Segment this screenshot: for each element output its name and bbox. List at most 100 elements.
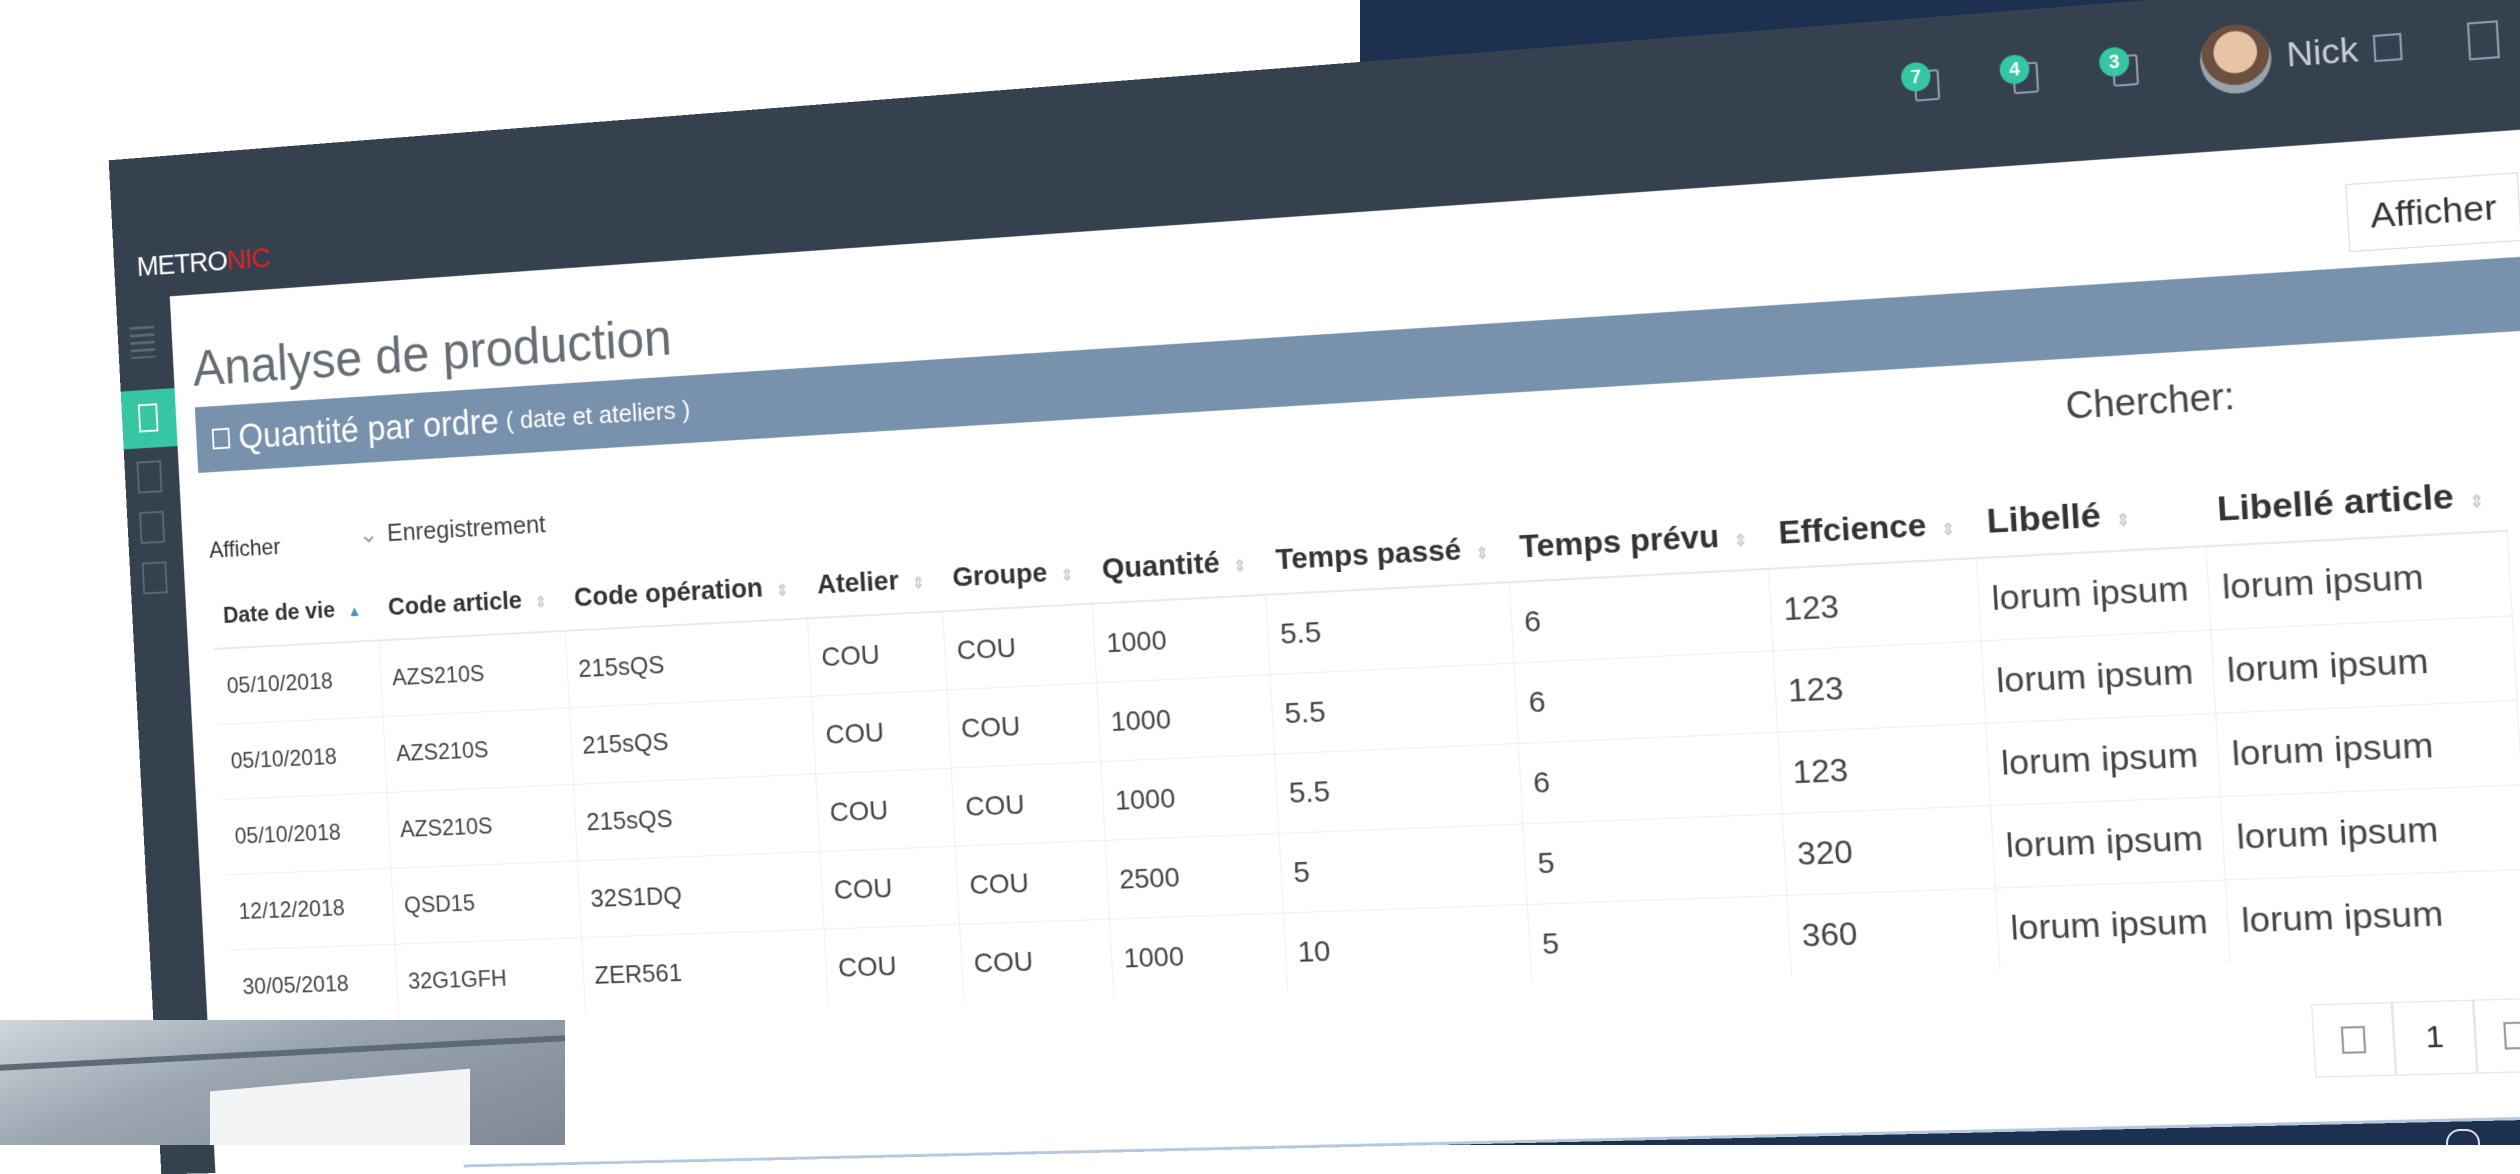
table-cell: 1000 <box>1109 913 1288 998</box>
table-cell: COU <box>955 840 1110 925</box>
table-cell: lorum ipsum <box>2206 530 2513 631</box>
portlet-title-text: Quantité par ordre <box>237 401 500 457</box>
chevron-down-icon: ⌄ <box>358 518 379 549</box>
table-cell: lorum ipsum <box>1990 796 2226 889</box>
table-cell: 123 <box>1772 640 1986 733</box>
logo[interactable]: METRONIC <box>136 242 270 283</box>
column-header-effcience[interactable]: Effcience ⇕ <box>1763 477 1977 569</box>
sort-icon: ⇕ <box>1940 521 1956 540</box>
column-header-code-operation[interactable]: Code opération ⇕ <box>560 542 808 631</box>
column-label: Quantité <box>1100 546 1221 585</box>
portlet-subtitle: ( date et ateliers ) <box>504 394 691 435</box>
column-label: Temps prévu <box>1518 517 1720 565</box>
table-cell: 5.5 <box>1270 663 1519 755</box>
column-label: Atelier <box>816 564 900 599</box>
main-content: Analyse de production Afficher Quantité … <box>169 127 2520 1174</box>
table-cell: lorum ipsum <box>2211 615 2518 714</box>
previous-page-button[interactable] <box>2311 1002 2397 1078</box>
logo-text: METRO <box>136 245 228 283</box>
column-header-atelier[interactable]: Atelier ⇕ <box>803 535 943 619</box>
production-table: Date de vie ▲ Code article ⇕ Code opératio… <box>210 448 2520 1025</box>
column-label: Code opération <box>573 571 764 612</box>
top-bar-icons: 7 4 3 Nick <box>1900 4 2501 118</box>
table-cell: lorum ipsum <box>1994 879 2231 970</box>
photo-beam <box>0 1035 565 1071</box>
table-cell: AZS210S <box>379 630 569 717</box>
table-cell: 6 <box>1518 732 1783 824</box>
table-cell: lorum ipsum <box>2220 784 2520 880</box>
table-icon <box>211 427 231 450</box>
column-header-quantite[interactable]: Quantité ⇕ <box>1088 517 1266 604</box>
avatar <box>2198 21 2274 96</box>
table-cell: 6 <box>1513 650 1778 744</box>
sort-icon: ⇕ <box>911 574 926 592</box>
table-cell: COU <box>807 611 948 697</box>
table-cell: 1000 <box>1096 674 1275 762</box>
sidebar-item-2[interactable] <box>136 460 163 494</box>
notification-bell[interactable]: 7 <box>1900 61 1941 105</box>
table-cell: lorum ipsum <box>1980 630 2216 724</box>
column-header-date[interactable]: Date de vie ▲ <box>210 566 380 649</box>
table-cell: 30/05/2018 <box>230 944 400 1025</box>
sidebar-item-active[interactable] <box>120 388 178 450</box>
column-label: Libellé article <box>2215 476 2455 529</box>
sort-asc-icon: ▲ <box>347 602 362 620</box>
table-cell: 215sQS <box>568 696 816 785</box>
table-cell: COU <box>820 846 960 930</box>
background-photo <box>0 1020 565 1145</box>
logout-icon[interactable] <box>2466 20 2500 61</box>
table-cell: 05/10/2018 <box>218 716 388 800</box>
table-cell: 05/10/2018 <box>214 640 384 725</box>
chevron-down-icon <box>2372 32 2403 63</box>
user-menu[interactable]: Nick <box>2198 12 2404 96</box>
column-label: Temps passé <box>1274 532 1463 576</box>
photo-screen <box>210 1068 470 1145</box>
table-cell: 5 <box>1278 823 1528 914</box>
table-cell: COU <box>942 603 1097 690</box>
column-header-libelle[interactable]: Libellé ⇕ <box>1971 465 2207 559</box>
sort-icon: ⇕ <box>1733 532 1748 551</box>
table-cell: lorum ipsum <box>1985 713 2221 806</box>
table-cell: AZS210S <box>383 707 574 793</box>
column-label: Effcience <box>1777 506 1928 551</box>
table-cell: 5.5 <box>1274 743 1523 834</box>
page-number-button[interactable]: 1 <box>2391 999 2478 1076</box>
table-cell: COU <box>811 689 952 774</box>
pagination: 1 <box>2311 997 2520 1078</box>
table-cell: 5 <box>1527 895 1792 985</box>
column-header-code-article[interactable]: Code article ⇕ <box>375 556 565 641</box>
column-header-temps-prevu[interactable]: Temps prévu ⇕ <box>1504 489 1769 583</box>
scroll-icon <box>2446 1129 2480 1145</box>
sidebar-item-3[interactable] <box>139 510 166 544</box>
column-header-temps-passe[interactable]: Temps passé ⇕ <box>1261 503 1510 595</box>
table-cell: 1000 <box>1100 754 1279 841</box>
table-cell: ZER561 <box>581 929 829 1014</box>
column-header-groupe[interactable]: Groupe ⇕ <box>938 527 1093 612</box>
menu-toggle-icon[interactable] <box>129 325 156 360</box>
table-cell: 320 <box>1782 805 1995 896</box>
table-cell: 360 <box>1786 888 2000 977</box>
table-cell: 215sQS <box>564 618 812 708</box>
column-label: Libellé <box>1985 495 2102 542</box>
table-cell: lorum ipsum <box>2215 700 2520 797</box>
column-label: Groupe <box>951 556 1048 592</box>
records-select-value: Enregistrement <box>386 509 547 547</box>
table-cell: COU <box>824 924 965 1007</box>
table-cell: 32G1GFH <box>395 937 586 1020</box>
column-label: Date de vie <box>222 596 336 629</box>
notification-tasks[interactable]: 3 <box>2098 46 2139 90</box>
table-cell: 123 <box>1777 723 1991 814</box>
length-label: Afficher <box>208 534 282 564</box>
afficher-button[interactable]: Afficher <box>2345 172 2520 253</box>
notification-inbox[interactable]: 4 <box>1998 53 2040 97</box>
table-cell: COU <box>951 761 1106 847</box>
sidebar-item-4[interactable] <box>141 561 168 595</box>
records-per-page-select[interactable]: ⌄ Enregistrement <box>358 509 546 549</box>
table-cell: COU <box>959 919 1114 1003</box>
table-cell: lorum ipsum <box>2225 869 2520 963</box>
table-cell: 2500 <box>1105 833 1284 920</box>
logo-accent-text: NIC <box>226 242 271 277</box>
column-header-libelle-article[interactable]: Libellé article ⇕ <box>2201 448 2508 547</box>
next-page-button[interactable] <box>2473 997 2520 1074</box>
table-cell: 32S1DQ <box>577 851 825 938</box>
